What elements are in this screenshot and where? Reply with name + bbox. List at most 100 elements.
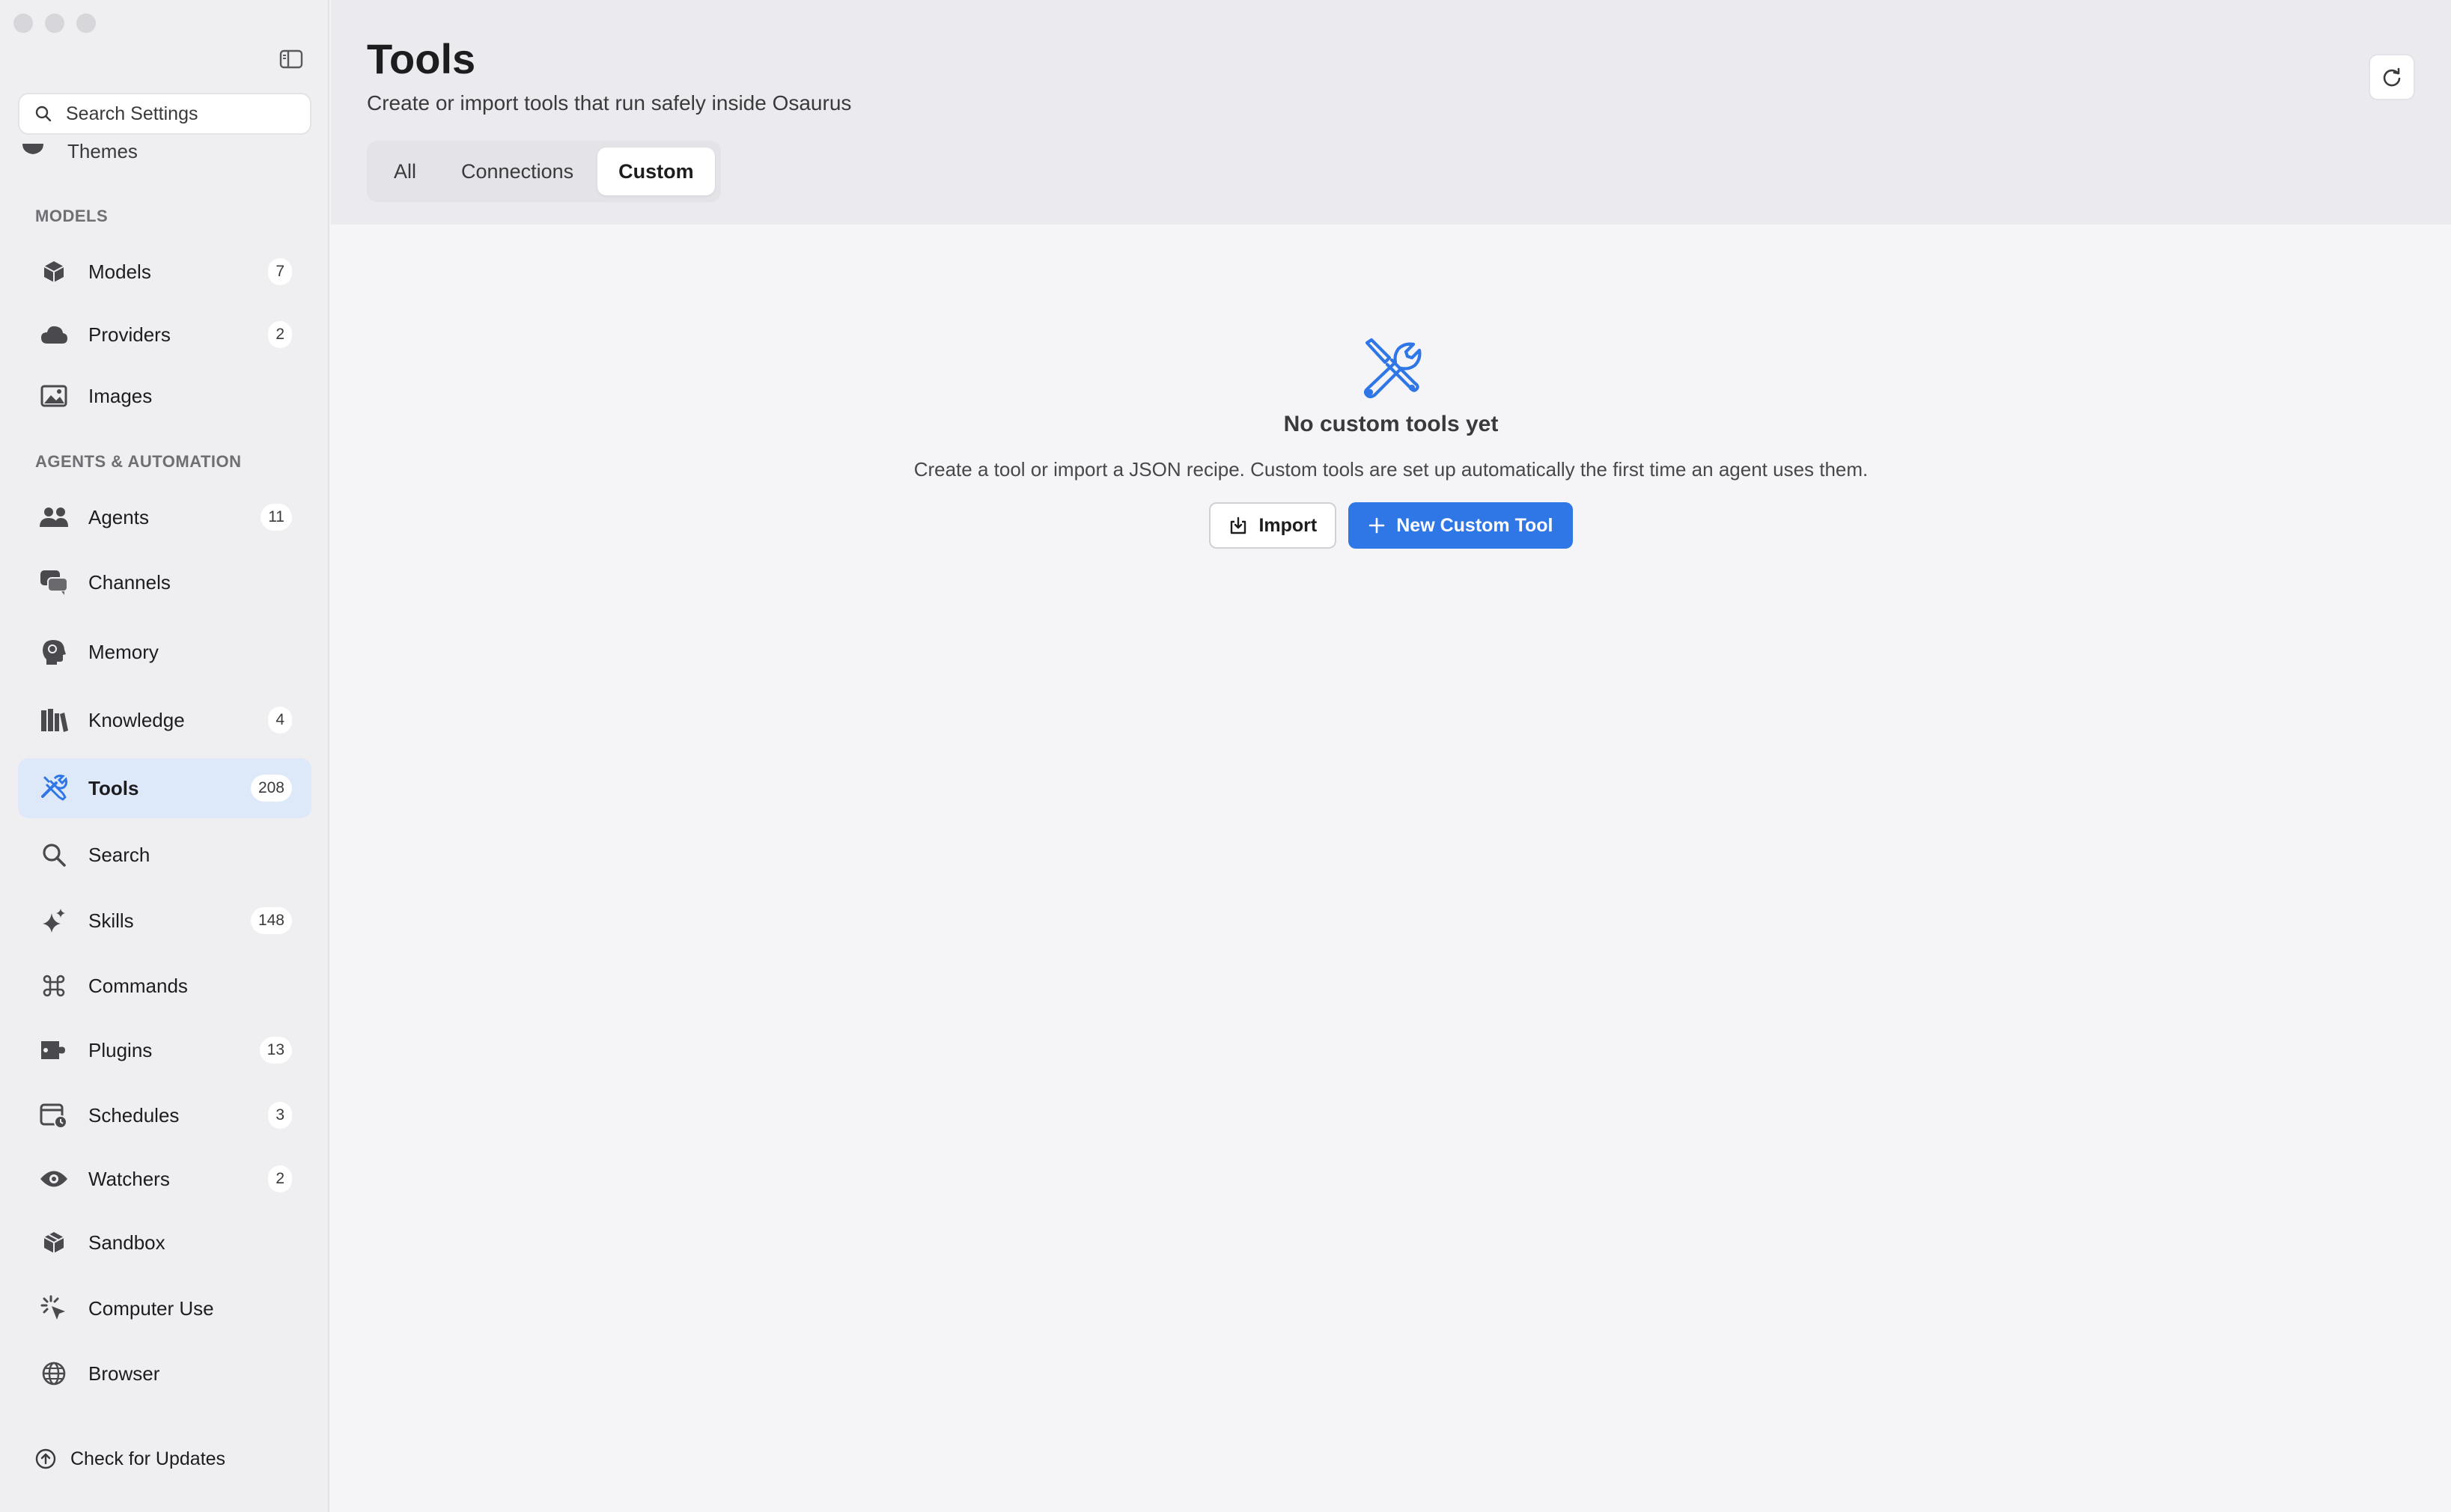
cube-icon	[37, 255, 70, 288]
count-badge: 208	[250, 775, 292, 802]
sidebar-item-label: Providers	[88, 323, 171, 346]
palette-icon	[22, 144, 43, 154]
import-icon	[1231, 516, 1246, 534]
import-button-label: Import	[1258, 514, 1318, 536]
sidebar-item-sandbox[interactable]: Sandbox	[18, 1213, 311, 1272]
new-custom-tool-label: New Custom Tool	[1396, 514, 1553, 536]
refresh-icon	[2383, 67, 2401, 87]
sidebar-item-computer-use[interactable]: Computer Use	[18, 1278, 311, 1338]
books-icon	[37, 704, 70, 737]
sidebar-item-images[interactable]: Images	[18, 366, 311, 426]
sidebar-item-label: Channels	[88, 570, 171, 594]
plus-icon	[1368, 517, 1385, 534]
tab-custom[interactable]: Custom	[597, 147, 715, 195]
search-settings-input[interactable]	[64, 102, 307, 126]
app-window: Themes MODELS Models 7 Providers 2 Image…	[0, 0, 2451, 1512]
sidebar-item-schedules[interactable]: Schedules 3	[18, 1085, 311, 1145]
photo-icon	[37, 379, 70, 412]
search-settings-field[interactable]	[18, 93, 311, 135]
sidebar-item-label: Agents	[88, 505, 149, 528]
sidebar-item-label: Commands	[88, 974, 188, 997]
count-badge: 13	[259, 1037, 292, 1064]
sidebar-item-label: Schedules	[88, 1103, 180, 1127]
sidebar-item-tools[interactable]: Tools 208	[18, 758, 311, 818]
empty-state-description: Create a tool or import a JSON recipe. C…	[913, 458, 1869, 481]
sidebar-item-label: Images	[88, 384, 153, 407]
puzzle-piece-icon	[37, 1034, 70, 1067]
tab-all[interactable]: All	[373, 147, 437, 195]
sidebar-item-label: Tools	[88, 776, 139, 799]
sidebar-item-knowledge[interactable]: Knowledge 4	[18, 690, 311, 750]
box-icon	[37, 1226, 70, 1259]
sidebar-item-providers[interactable]: Providers 2	[18, 305, 311, 365]
globe-icon	[37, 1357, 70, 1390]
sidebar-item-memory[interactable]: Memory	[18, 622, 311, 682]
empty-state: No custom tools yet Create a tool or imp…	[705, 335, 2077, 549]
sidebar-item-label: Skills	[88, 909, 134, 932]
page-subtitle: Create or import tools that run safely i…	[367, 91, 852, 115]
wrench-screwdriver-icon	[37, 772, 70, 805]
tab-bar: All Connections Custom	[367, 141, 721, 202]
page-title: Tools	[367, 35, 476, 82]
sidebar-item-label: Plugins	[88, 1038, 153, 1061]
section-label-agents: AGENTS & AUTOMATION	[35, 452, 242, 471]
check-for-updates-label: Check for Updates	[70, 1448, 226, 1469]
empty-state-actions: Import New Custom Tool	[705, 502, 2077, 549]
main-content: No custom tools yet Create a tool or imp…	[331, 225, 2451, 1512]
sidebar-item-watchers[interactable]: Watchers 2	[18, 1149, 311, 1209]
check-for-updates-button[interactable]: Check for Updates	[34, 1448, 225, 1470]
calendar-clock-icon	[37, 1099, 70, 1132]
sidebar-toggle-button[interactable]	[274, 42, 308, 76]
people-icon	[37, 501, 70, 534]
chat-bubbles-icon	[37, 566, 70, 599]
zoom-window-button[interactable]	[76, 13, 96, 33]
sparkles-icon	[37, 904, 70, 937]
new-custom-tool-button[interactable]: New Custom Tool	[1348, 502, 1573, 549]
sidebar-item-label: Themes	[67, 139, 138, 162]
sidebar-item-browser[interactable]: Browser	[18, 1344, 311, 1403]
sidebar-item-label: Memory	[88, 640, 159, 663]
import-button[interactable]: Import	[1209, 502, 1337, 549]
count-badge: 2	[268, 1165, 292, 1192]
sidebar-item-label: Watchers	[88, 1167, 170, 1190]
sidebar-item-label: Models	[88, 260, 151, 283]
sidebar-item-plugins[interactable]: Plugins 13	[18, 1020, 311, 1080]
brain-head-icon	[37, 635, 70, 668]
count-badge: 2	[268, 321, 292, 348]
minimize-window-button[interactable]	[45, 13, 64, 33]
sidebar-item-label: Computer Use	[88, 1296, 214, 1320]
command-key-icon	[37, 969, 70, 1002]
search-icon	[35, 106, 52, 122]
sidebar-item-commands[interactable]: Commands	[18, 956, 311, 1016]
tab-connections[interactable]: Connections	[440, 147, 594, 195]
sidebar-item-models[interactable]: Models 7	[18, 242, 311, 302]
close-window-button[interactable]	[13, 13, 33, 33]
page-header: Tools Create or import tools that run sa…	[331, 0, 2451, 225]
empty-state-title: No custom tools yet	[1283, 412, 1499, 436]
sidebar-item-themes[interactable]: Themes	[18, 136, 138, 166]
sidebar-nav: Themes MODELS Models 7 Providers 2 Image…	[0, 135, 329, 1422]
sidebar-item-label: Search	[88, 843, 150, 866]
cloud-icon	[37, 318, 70, 351]
sidebar-item-channels[interactable]: Channels	[18, 552, 311, 612]
window-controls	[13, 13, 96, 33]
count-badge: 7	[268, 258, 292, 285]
count-badge: 4	[268, 707, 292, 734]
wrench-screwdriver-icon	[1360, 335, 1422, 399]
count-badge: 11	[261, 504, 292, 531]
sidebar-item-label: Knowledge	[88, 708, 185, 731]
sidebar-item-skills[interactable]: Skills 148	[18, 891, 311, 951]
refresh-button[interactable]	[2369, 54, 2415, 100]
count-badge: 3	[268, 1102, 292, 1129]
sidebar-item-label: Browser	[88, 1362, 160, 1385]
sidebar-item-label: Sandbox	[88, 1231, 165, 1254]
cursor-click-icon	[37, 1292, 70, 1325]
sidebar-item-agents[interactable]: Agents 11	[18, 487, 311, 547]
eye-icon	[37, 1162, 70, 1195]
sidebar-toggle-icon	[279, 49, 303, 69]
sidebar-item-search[interactable]: Search	[18, 825, 311, 885]
sidebar: Themes MODELS Models 7 Providers 2 Image…	[0, 0, 329, 1512]
count-badge: 148	[250, 907, 292, 934]
arrow-up-circle-icon	[35, 1448, 56, 1469]
magnifier-icon	[37, 838, 70, 871]
